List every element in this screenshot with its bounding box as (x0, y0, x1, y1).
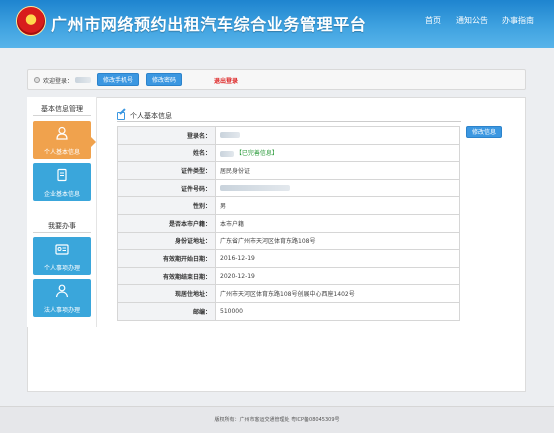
sidebar-item-legal-person-services[interactable]: 法人事项办理 (33, 279, 91, 317)
table-row: 是否本市户籍： 本市户籍 (117, 213, 460, 233)
change-password-button[interactable]: 修改密码 (146, 73, 182, 86)
field-label: 登录名： (117, 126, 216, 145)
field-value-id-number (215, 178, 460, 198)
username-redacted (75, 77, 91, 83)
header-banner: 广州市网络预约出租汽车综合业务管理平台 首页 通知公告 办事指南 (0, 0, 554, 48)
status-badge: 【已完善信息】 (235, 150, 278, 158)
sidebar-item-company-info[interactable]: 企业基本信息 (33, 163, 91, 201)
person-icon (55, 284, 69, 298)
sidebar-item-label: 企业基本信息 (43, 191, 80, 198)
field-value-login-name (215, 126, 460, 145)
personal-info-table: 登录名： 姓名： 【已完善信息】 证件类型： 居民身份证 证件号码： 性别： 男… (117, 126, 460, 321)
edit-info-button[interactable]: 修改信息 (466, 126, 502, 138)
field-label: 有效期开始日期： (117, 249, 216, 268)
welcome-label: 欢迎登录： (43, 78, 74, 85)
sidebar-item-label: 法人事项办理 (43, 307, 80, 314)
field-label: 性别： (117, 196, 216, 215)
nav-notices[interactable]: 通知公告 (456, 15, 488, 26)
table-row: 有效期结束日期： 2020-12-19 (117, 266, 460, 286)
table-row: 邮编： 510000 (117, 301, 460, 321)
panel-title: 个人基本信息 (130, 112, 172, 120)
redacted-value (220, 132, 240, 139)
sidebar-section-basic-info: 基本信息管理 (41, 105, 83, 113)
redacted-value (220, 185, 290, 192)
sidebar-item-label: 个人事项办理 (43, 265, 80, 272)
footer: 版权所有：广州市客运交通管理处 粤ICP备08045309号 (0, 406, 554, 433)
logout-link[interactable]: 退出登录 (214, 76, 238, 85)
emblem-logo (16, 6, 46, 36)
field-label: 是否本市户籍： (117, 213, 216, 233)
field-value-name: 【已完善信息】 (215, 143, 460, 163)
redacted-value (220, 150, 234, 157)
sidebar-item-personal-info[interactable]: 个人基本信息 (33, 121, 91, 159)
field-value-current-address: 广州市天河区体育东路108号创展中心西座1402号 (215, 284, 460, 303)
field-value-postcode: 510000 (215, 301, 460, 321)
field-label: 现居住地址： (117, 284, 216, 303)
site-title: 广州市网络预约出租汽车综合业务管理平台 (51, 15, 367, 34)
copyright-text: 版权所有：广州市客运交通管理处 粤ICP备08045309号 (214, 417, 340, 423)
active-indicator (91, 137, 96, 147)
status-dot-icon (34, 77, 40, 83)
table-row: 身份证地址： 广东省广州市天河区体育东路108号 (117, 231, 460, 251)
field-label: 证件类型： (117, 161, 216, 180)
sidebar: 基本信息管理 个人基本信息 企业基本信息 我要办事 个人事项办理 法人事项办理 (27, 97, 97, 327)
change-phone-button[interactable]: 修改手机号 (97, 73, 139, 86)
edit-icon (117, 112, 125, 120)
sidebar-section-services: 我要办事 (48, 222, 76, 230)
document-icon (57, 168, 67, 182)
table-row: 证件号码： (117, 178, 460, 198)
field-value-gender: 男 (215, 196, 460, 215)
id-card-icon (55, 244, 69, 255)
sidebar-item-label: 个人基本信息 (43, 149, 80, 156)
divider (33, 232, 91, 233)
table-row: 有效期开始日期： 2016-12-19 (117, 249, 460, 268)
field-value-id-address: 广东省广州市天河区体育东路108号 (215, 231, 460, 251)
table-row: 姓名： 【已完善信息】 (117, 143, 460, 163)
field-value-id-type: 居民身份证 (215, 161, 460, 180)
divider (33, 115, 91, 116)
sidebar-item-personal-services[interactable]: 个人事项办理 (33, 237, 91, 275)
user-icon (56, 126, 68, 140)
nav-home[interactable]: 首页 (425, 15, 441, 26)
field-value-valid-from: 2016-12-19 (215, 249, 460, 268)
field-value-valid-to: 2020-12-19 (215, 266, 460, 286)
nav-guide[interactable]: 办事指南 (502, 15, 534, 26)
table-row: 现居住地址： 广州市天河区体育东路108号创展中心西座1402号 (117, 284, 460, 303)
field-value-local-residence: 本市户籍 (215, 213, 460, 233)
user-bar: 欢迎登录： 修改手机号 修改密码 退出登录 (27, 69, 526, 90)
field-label: 证件号码： (117, 178, 216, 198)
field-label: 邮编： (117, 301, 216, 321)
table-row: 证件类型： 居民身份证 (117, 161, 460, 180)
field-label: 姓名： (117, 143, 216, 163)
table-row: 登录名： (117, 126, 460, 145)
field-label: 有效期结束日期： (117, 266, 216, 286)
field-label: 身份证地址： (117, 231, 216, 251)
divider (117, 121, 461, 122)
table-row: 性别： 男 (117, 196, 460, 215)
